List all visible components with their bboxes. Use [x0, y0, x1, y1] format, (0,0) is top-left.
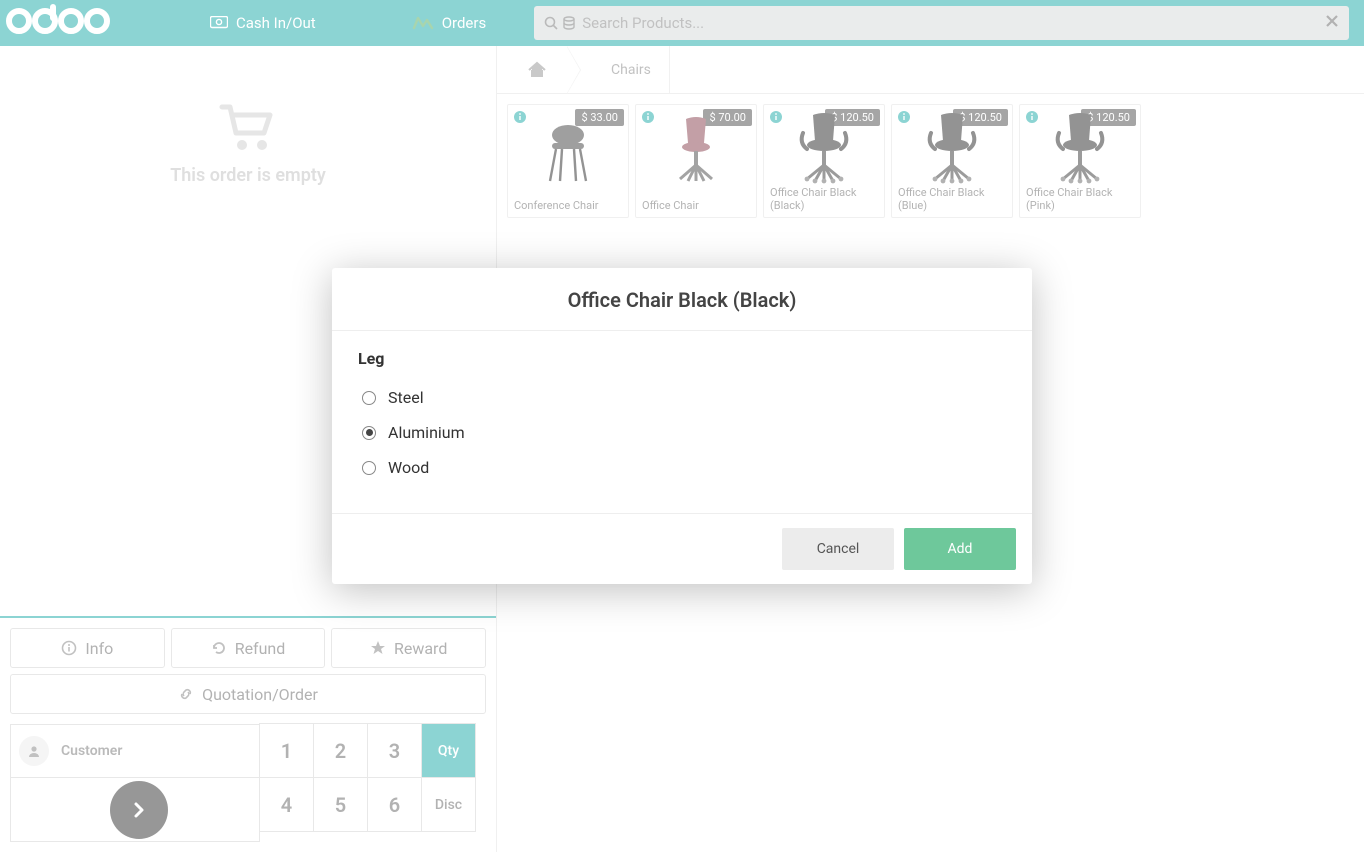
radio-icon — [362, 426, 376, 440]
option-label: Aluminium — [388, 423, 465, 442]
attribute-option[interactable]: Aluminium — [358, 415, 1006, 450]
cancel-button[interactable]: Cancel — [782, 528, 894, 570]
radio-icon — [362, 461, 376, 475]
option-label: Wood — [388, 458, 429, 477]
attribute-label: Leg — [358, 349, 1006, 368]
add-button[interactable]: Add — [904, 528, 1016, 570]
modal-overlay[interactable]: Office Chair Black (Black) Leg Steel Alum… — [0, 0, 1364, 852]
attribute-modal: Office Chair Black (Black) Leg Steel Alum… — [332, 268, 1032, 584]
option-label: Steel — [388, 388, 424, 407]
attribute-option[interactable]: Steel — [358, 380, 1006, 415]
radio-icon — [362, 391, 376, 405]
modal-title: Office Chair Black (Black) — [332, 268, 1032, 331]
attribute-option[interactable]: Wood — [358, 450, 1006, 485]
